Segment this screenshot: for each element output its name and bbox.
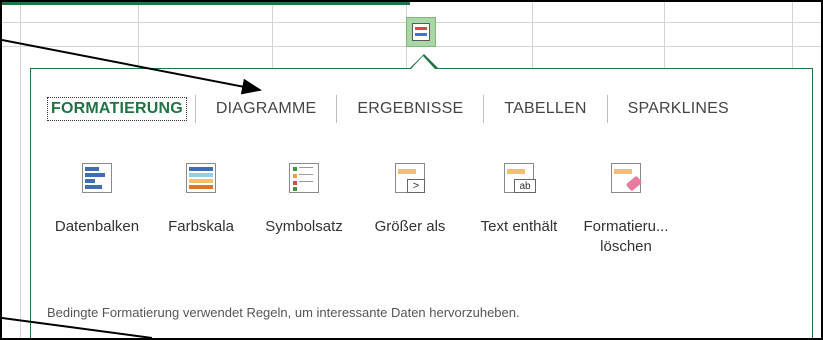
arrow-to-tabs xyxy=(2,39,262,95)
screenshot-frame: FORMATIERUNG DIAGRAMME ERGEBNISSE TABELL… xyxy=(0,0,823,340)
annotation-arrows xyxy=(2,39,262,338)
arrow-to-description xyxy=(2,317,153,338)
